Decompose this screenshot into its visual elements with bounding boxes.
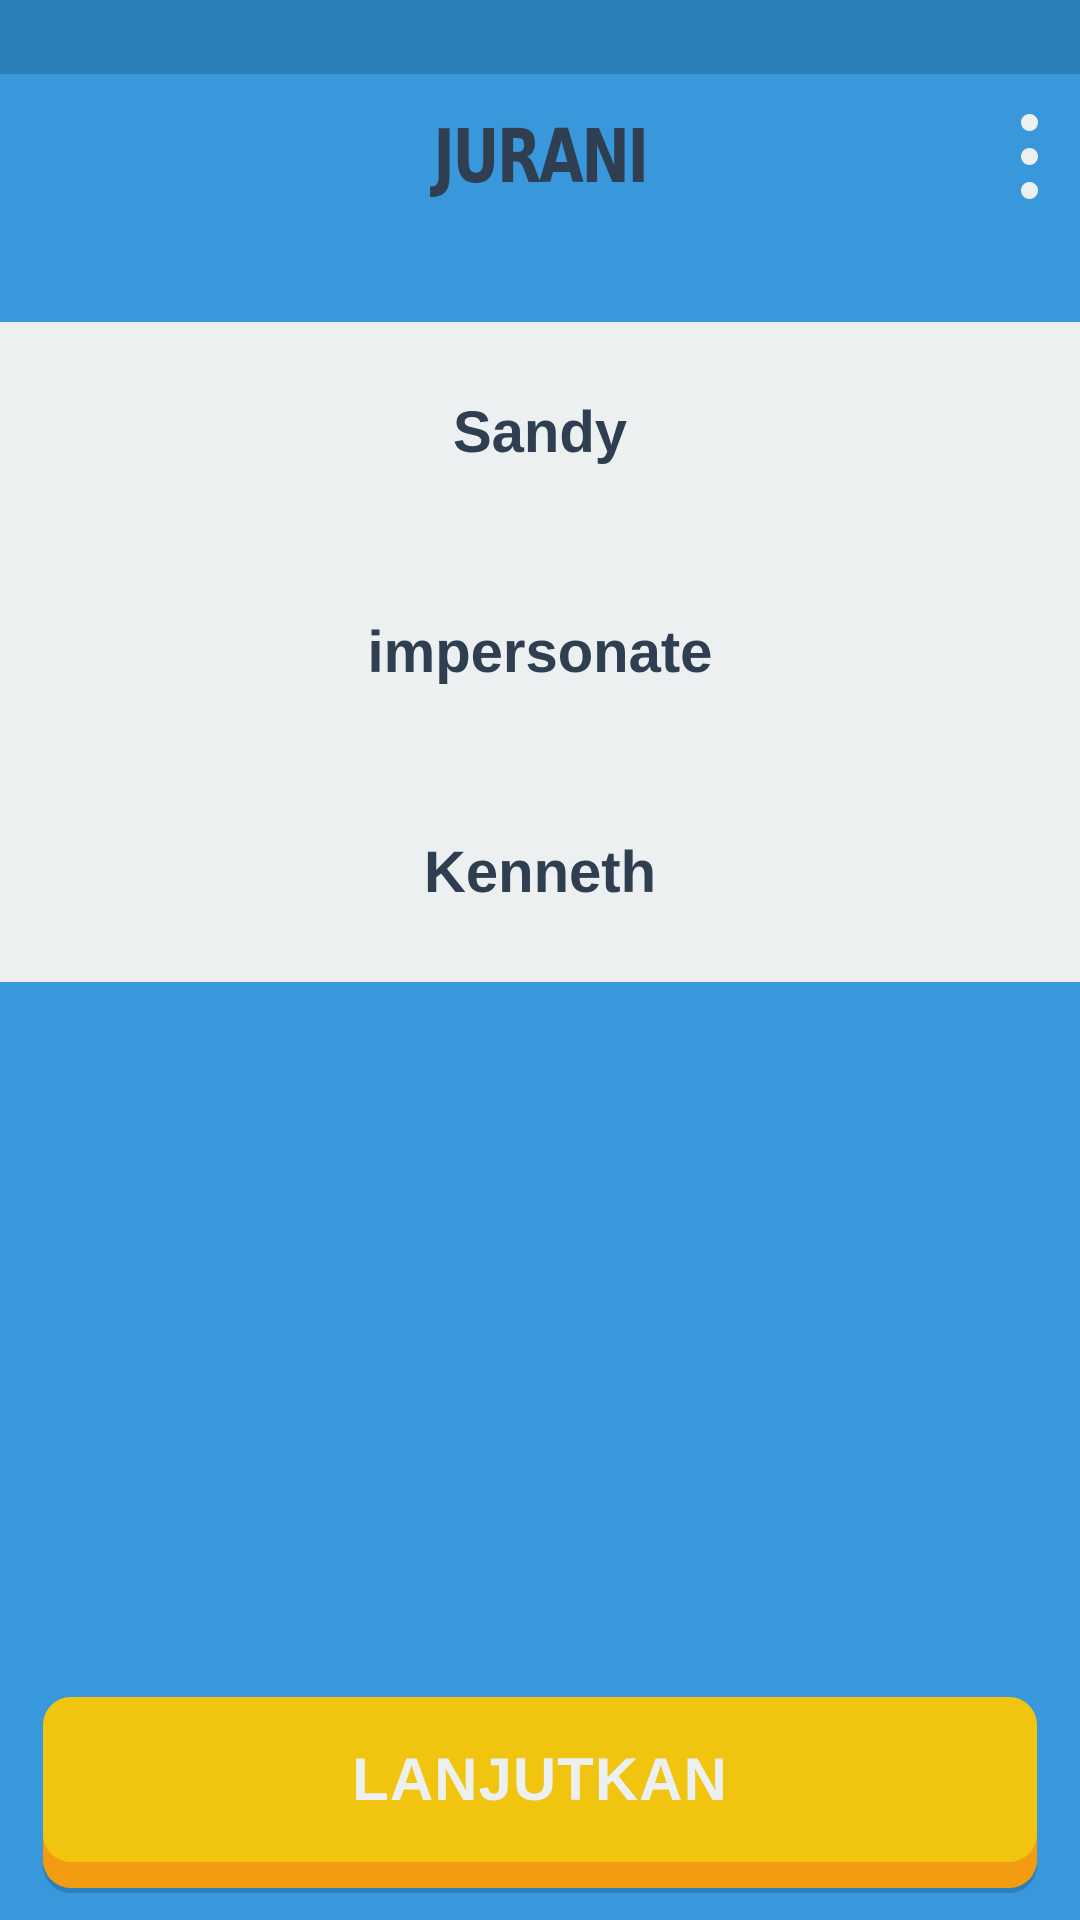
app-logo-title: JURANI xyxy=(433,114,649,200)
status-bar xyxy=(0,0,1080,74)
more-vertical-icon-dot xyxy=(1021,148,1038,165)
continue-button-label: LANJUTKAN xyxy=(352,1746,728,1813)
app-header: JURANI xyxy=(0,74,1080,322)
continue-button[interactable]: LANJUTKAN xyxy=(43,1697,1037,1862)
option-item[interactable]: Kenneth xyxy=(0,762,1080,982)
option-item[interactable]: impersonate xyxy=(0,542,1080,762)
more-options-button[interactable] xyxy=(1004,104,1054,214)
more-vertical-icon-dot xyxy=(1021,182,1038,199)
option-item[interactable]: Sandy xyxy=(0,322,1080,542)
more-vertical-icon xyxy=(1021,114,1038,131)
options-panel: Sandy impersonate Kenneth xyxy=(0,322,1080,982)
